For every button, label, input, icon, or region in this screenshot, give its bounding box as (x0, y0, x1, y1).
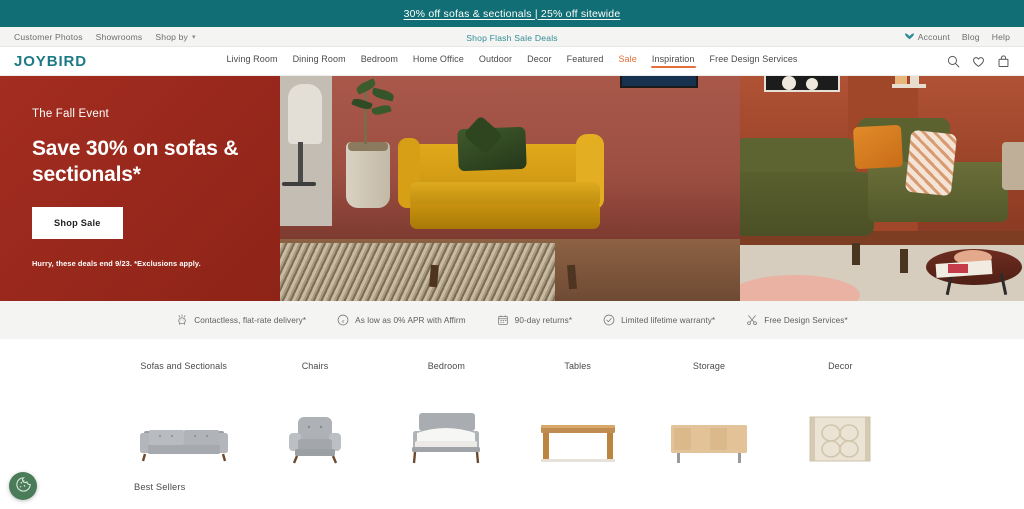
account-label: Account (917, 31, 950, 42)
bed-thumbnail (381, 403, 512, 465)
hero-image-left[interactable] (280, 76, 740, 301)
utility-link-shop-by[interactable]: Shop by ▾ (155, 32, 195, 42)
benefit-delivery-label: Contactless, flat-rate delivery* (194, 315, 307, 325)
utility-link-flash-sale[interactable]: Shop Flash Sale Deals (466, 33, 558, 43)
utility-link-account[interactable]: Account (904, 32, 950, 42)
site-logo[interactable]: JOYBIRD (14, 53, 87, 70)
benefit-warranty-label: Limited lifetime warranty* (621, 315, 716, 325)
category-chairs[interactable]: Chairs (249, 361, 380, 465)
hero-banner: The Fall Event Save 30% on sofas & secti… (0, 76, 1024, 301)
utility-nav: Customer Photos Showrooms Shop by ▾ Shop … (0, 27, 1024, 47)
best-sellers-heading: Best Sellers (134, 482, 186, 492)
hero-image-right[interactable] (740, 76, 1024, 301)
armchair-thumbnail (249, 403, 380, 465)
category-label: Storage (692, 361, 726, 371)
nav-item-inspiration[interactable]: Inspiration (650, 54, 696, 68)
nav-item-dining-room[interactable]: Dining Room (293, 54, 346, 68)
affirm-icon: a (337, 314, 349, 326)
category-label: Bedroom (427, 361, 465, 371)
category-sofas-and-sectionals[interactable]: Sofas and Sectionals (118, 361, 249, 465)
nav-item-free-design-services[interactable]: Free Design Services (710, 54, 798, 68)
sofa-thumbnail (118, 403, 249, 465)
utility-link-help[interactable]: Help (992, 32, 1010, 42)
benefits-bar: Contactless, flat-rate delivery* a As lo… (0, 301, 1024, 339)
nav-item-living-room[interactable]: Living Room (226, 54, 277, 68)
category-tables[interactable]: Tables (512, 361, 643, 465)
shopping-bag-icon[interactable] (997, 54, 1010, 68)
primary-nav-links: Living Room Dining Room Bedroom Home Off… (0, 54, 1024, 68)
nav-item-featured[interactable]: Featured (567, 54, 604, 68)
hero-fine-print: Hurry, these deals end 9/23. *Exclusions… (32, 259, 201, 269)
check-circle-icon (603, 314, 615, 326)
utility-nav-left: Customer Photos Showrooms Shop by ▾ (14, 32, 196, 42)
rug-thumbnail (775, 403, 906, 465)
benefit-returns-label: 90-day returns* (514, 315, 573, 325)
hero-copy-panel: The Fall Event Save 30% on sofas & secti… (0, 76, 280, 301)
shop-by-label: Shop by (155, 31, 188, 42)
nav-item-sale[interactable]: Sale (618, 54, 636, 68)
cookie-icon (15, 476, 32, 496)
benefit-design-services[interactable]: Free Design Services* (746, 314, 848, 326)
category-label: Tables (564, 361, 591, 371)
category-label: Chairs (301, 361, 329, 371)
cookie-consent-button[interactable] (9, 472, 37, 500)
table-thumbnail (512, 403, 643, 465)
utility-link-customer-photos[interactable]: Customer Photos (14, 32, 83, 42)
nav-item-outdoor[interactable]: Outdoor (479, 54, 512, 68)
delivery-icon (176, 314, 188, 326)
category-storage[interactable]: Storage (643, 361, 774, 465)
main-navigation: JOYBIRD Living Room Dining Room Bedroom … (0, 47, 1024, 76)
heart-icon[interactable] (972, 55, 985, 68)
shop-sale-button[interactable]: Shop Sale (32, 207, 123, 240)
benefit-delivery[interactable]: Contactless, flat-rate delivery* (176, 314, 306, 326)
utility-link-showrooms[interactable]: Showrooms (96, 32, 143, 42)
utility-nav-right: Account Blog Help (904, 32, 1010, 42)
header-icon-group (947, 54, 1010, 68)
search-icon[interactable] (947, 55, 960, 68)
category-section: Sofas and Sectionals Chairs Bedroom Tabl… (0, 339, 1024, 492)
benefit-design-services-label: Free Design Services* (764, 315, 848, 325)
hero-title: Save 30% on sofas & sectionals* (32, 137, 239, 187)
calendar-icon (497, 314, 509, 326)
category-row: Sofas and Sectionals Chairs Bedroom Tabl… (0, 361, 1024, 465)
category-bedroom[interactable]: Bedroom (381, 361, 512, 465)
nav-item-bedroom[interactable]: Bedroom (361, 54, 398, 68)
chevron-down-icon: ▾ (191, 33, 196, 41)
benefit-warranty[interactable]: Limited lifetime warranty* (603, 314, 715, 326)
benefit-returns[interactable]: 90-day returns* (497, 314, 572, 326)
nav-item-home-office[interactable]: Home Office (413, 54, 464, 68)
sideboard-thumbnail (643, 403, 774, 465)
nav-item-decor[interactable]: Decor (527, 54, 552, 68)
svg-text:a: a (342, 318, 345, 324)
utility-link-blog[interactable]: Blog (962, 32, 980, 42)
benefit-affirm-label: As low as 0% APR with Affirm (355, 315, 466, 325)
hero-eyebrow: The Fall Event (32, 108, 109, 120)
promo-banner-link[interactable]: 30% off sofas & sectionals | 25% off sit… (404, 8, 621, 20)
promo-banner: 30% off sofas & sectionals | 25% off sit… (0, 0, 1024, 27)
category-label: Decor (828, 361, 853, 371)
bird-icon (904, 32, 915, 41)
benefit-affirm[interactable]: a As low as 0% APR with Affirm (337, 314, 466, 326)
category-decor[interactable]: Decor (775, 361, 906, 465)
scissors-icon (746, 314, 758, 326)
category-label: Sofas and Sectionals (140, 361, 227, 371)
